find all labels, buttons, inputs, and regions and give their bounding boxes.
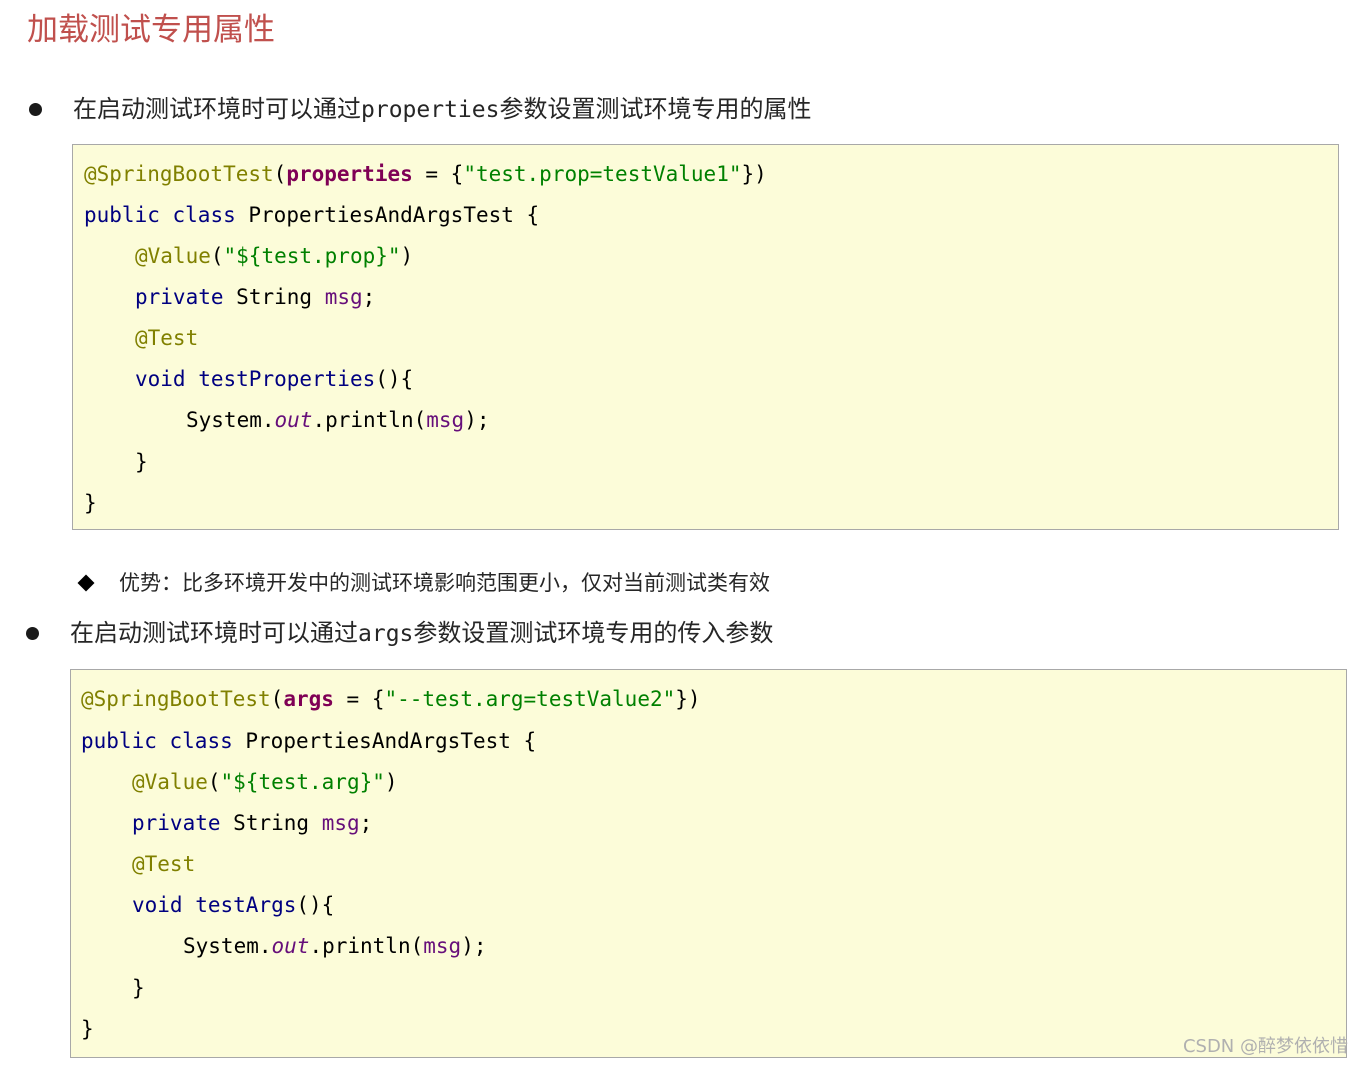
- code-line: System.out.println(msg);: [186, 408, 490, 432]
- bullet-dot-icon: [26, 627, 39, 640]
- code-line: System.out.println(msg);: [183, 934, 487, 958]
- bullet-text: 在启动测试环境时可以通过properties参数设置测试环境专用的属性: [73, 92, 811, 127]
- code-line: }: [132, 976, 145, 1000]
- code-line: public class PropertiesAndArgsTest {: [84, 203, 540, 227]
- code-block-args: @SpringBootTest(args = {"--test.arg=test…: [70, 669, 1347, 1058]
- code-line: @Value("${test.prop}"): [135, 244, 414, 268]
- bullet-prefix: 在启动测试环境时可以通过: [73, 95, 361, 123]
- bullet-code: args: [358, 621, 414, 647]
- diamond-bullet-icon: [77, 574, 95, 592]
- code-line: @SpringBootTest(args = {"--test.arg=test…: [81, 687, 701, 711]
- code-line: }: [135, 450, 148, 474]
- code-line: }: [84, 491, 97, 515]
- code-line: @Value("${test.arg}"): [132, 770, 398, 794]
- code-line: @Test: [132, 852, 196, 876]
- code-block-properties: @SpringBootTest(properties = {"test.prop…: [72, 144, 1339, 530]
- code-line: public class PropertiesAndArgsTest {: [81, 729, 537, 753]
- page-title: 加载测试专用属性: [27, 12, 275, 48]
- bullet-text: 在启动测试环境时可以通过args参数设置测试环境专用的传入参数: [70, 616, 773, 651]
- code-line: void testProperties(){: [135, 367, 414, 391]
- code-line: void testArgs(){: [132, 893, 335, 917]
- advantage-text: 优势：比多环境开发中的测试环境影响范围更小，仅对当前测试类有效: [119, 571, 770, 595]
- bullet-dot-icon: [29, 103, 42, 116]
- csdn-watermark: CSDN @醉梦依依惜: [1182, 1036, 1348, 1057]
- code-line: private String msg;: [132, 811, 373, 835]
- code-line: }: [81, 1017, 94, 1041]
- bullet-prefix: 在启动测试环境时可以通过: [70, 619, 358, 647]
- bullet-suffix: 参数设置测试环境专用的属性: [499, 95, 812, 123]
- bullet-suffix: 参数设置测试环境专用的传入参数: [413, 619, 774, 647]
- code-line: @Test: [135, 326, 199, 350]
- code-line: @SpringBootTest(properties = {"test.prop…: [84, 162, 767, 186]
- code-line: private String msg;: [135, 285, 376, 309]
- bullet-code: properties: [361, 97, 500, 123]
